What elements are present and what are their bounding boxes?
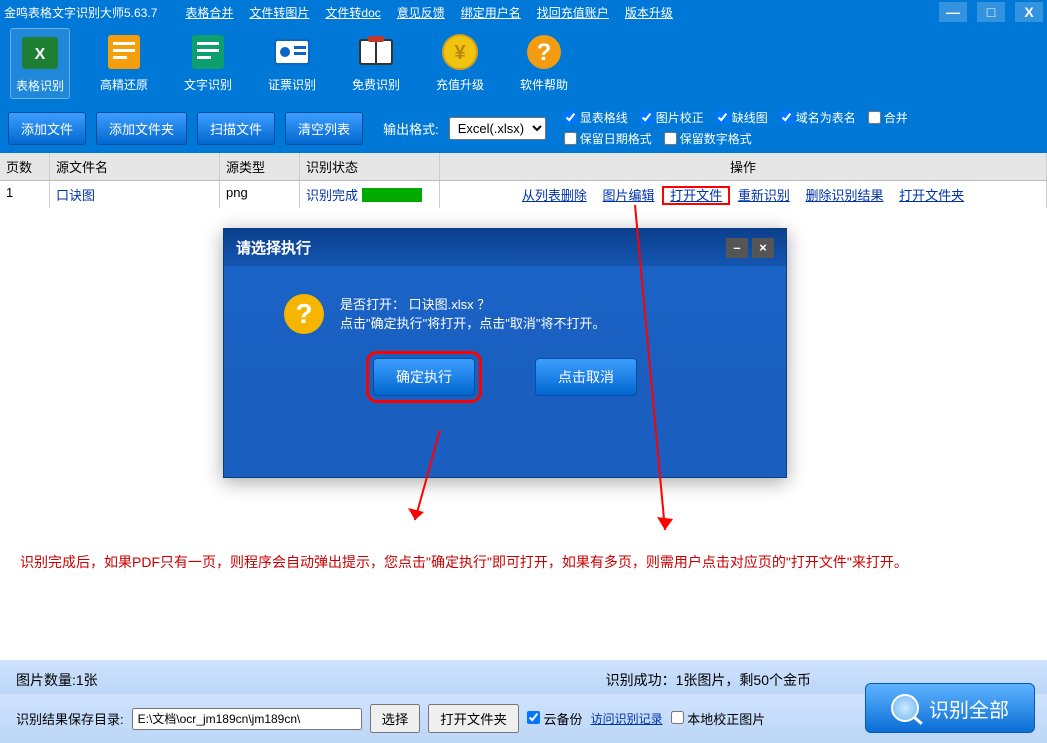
main-toolbar: X 表格识别 高精还原 文字识别 证票识别 免费识别 ¥ 充值升级 ?	[0, 24, 1047, 103]
tool-id-recognize[interactable]: 证票识别	[262, 28, 322, 99]
menu-file-to-image[interactable]: 文件转图片	[241, 4, 317, 21]
svg-text:X: X	[35, 46, 46, 63]
scan-file-button[interactable]: 扫描文件	[197, 112, 275, 145]
op-edit-image[interactable]: 图片编辑	[597, 188, 661, 203]
recognize-all-button[interactable]: 识别全部	[865, 683, 1035, 733]
check-local-correct[interactable]: 本地校正图片	[671, 709, 766, 728]
help-icon: ?	[522, 32, 566, 72]
doc-orange-icon	[102, 32, 146, 72]
dialog-title: 请选择执行	[236, 237, 311, 258]
idcard-icon	[270, 32, 314, 72]
status-text: 识别完成	[306, 185, 358, 204]
check-show-grid[interactable]: 显表格线	[564, 109, 628, 126]
check-domain-sheet[interactable]: 域名为表名	[780, 109, 856, 126]
tool-label: 表格识别	[16, 77, 64, 94]
tool-label: 软件帮助	[520, 76, 568, 93]
instruction-text: 识别完成后，如果PDF只有一页，则程序会自动弹出提示，您点击"确定执行"即可打开…	[20, 550, 1020, 575]
recognition-success: 识别成功：1张图片，剩50个金币	[606, 670, 811, 690]
annotation-arrow-icon	[400, 430, 460, 540]
dialog-close-button[interactable]: ×	[752, 238, 774, 258]
dialog-message: 是否打开： 口诀图.xlsx ？ 点击"确定执行"将打开，点击"取消"将不打开。	[340, 294, 605, 332]
tool-label: 文字识别	[184, 76, 232, 93]
tool-label: 高精还原	[100, 76, 148, 93]
magnify-icon	[891, 694, 919, 722]
image-count: 图片数量:1张	[16, 670, 98, 690]
tool-help[interactable]: ? 软件帮助	[514, 28, 574, 99]
col-status: 识别状态	[300, 153, 440, 180]
tool-label: 免费识别	[352, 76, 400, 93]
check-merge[interactable]: 合并	[868, 109, 908, 126]
action-bar: 添加文件 添加文件夹 扫描文件 清空列表 输出格式: Excel(.xlsx) …	[0, 103, 1047, 153]
svg-text:¥: ¥	[454, 42, 466, 64]
menu-merge-tables[interactable]: 表格合并	[177, 4, 241, 21]
minimize-button[interactable]: —	[939, 2, 967, 22]
confirm-dialog: 请选择执行 – × ? 是否打开： 口诀图.xlsx ？ 点击"确定执行"将打开…	[223, 228, 787, 478]
excel-icon: X	[18, 33, 62, 73]
coin-icon: ¥	[438, 32, 482, 72]
confirm-execute-button[interactable]: 确定执行	[373, 358, 475, 396]
check-missing-line[interactable]: 缺线图	[716, 109, 768, 126]
menu-file-to-doc[interactable]: 文件转doc	[317, 4, 388, 21]
book-icon	[354, 32, 398, 72]
clear-list-button[interactable]: 清空列表	[285, 112, 363, 145]
cancel-button[interactable]: 点击取消	[535, 358, 637, 396]
col-type: 源类型	[220, 153, 300, 180]
add-folder-button[interactable]: 添加文件夹	[96, 112, 187, 145]
check-image-correct[interactable]: 图片校正	[640, 109, 704, 126]
maximize-button[interactable]: □	[977, 2, 1005, 22]
open-folder-button[interactable]: 打开文件夹	[428, 704, 519, 733]
app-title: 金鸣表格文字识别大师5.63.7	[4, 4, 157, 21]
tool-label: 证票识别	[268, 76, 316, 93]
select-dir-button[interactable]: 选择	[370, 704, 421, 733]
op-delete-result[interactable]: 删除识别结果	[799, 188, 889, 203]
op-open-folder[interactable]: 打开文件夹	[893, 188, 970, 203]
op-remove-from-list[interactable]: 从列表删除	[516, 188, 593, 203]
tool-free-recognize[interactable]: 免费识别	[346, 28, 406, 99]
tool-text-recognize[interactable]: 文字识别	[178, 28, 238, 99]
tool-table-recognize[interactable]: X 表格识别	[10, 28, 70, 99]
tool-label: 充值升级	[436, 76, 484, 93]
op-re-recognize[interactable]: 重新识别	[732, 188, 796, 203]
dialog-title-bar: 请选择执行 – ×	[224, 229, 786, 266]
op-open-file[interactable]: 打开文件	[664, 188, 728, 203]
check-cloud-backup[interactable]: 云备份	[527, 709, 583, 728]
question-icon: ?	[284, 294, 324, 334]
save-dir-label: 识别结果保存目录:	[16, 709, 124, 728]
check-keep-date[interactable]: 保留日期格式	[564, 130, 652, 147]
menu-upgrade[interactable]: 版本升级	[617, 4, 681, 21]
svg-text:?: ?	[537, 39, 552, 66]
menu-bind-username[interactable]: 绑定用户名	[453, 4, 529, 21]
save-dir-input[interactable]	[132, 708, 362, 730]
menu-feedback[interactable]: 意见反馈	[389, 4, 453, 21]
output-format-label: 输出格式:	[383, 119, 439, 138]
annotation-arrow-icon	[625, 205, 685, 540]
col-name: 源文件名	[50, 153, 220, 180]
tool-hd-restore[interactable]: 高精还原	[94, 28, 154, 99]
check-keep-num[interactable]: 保留数字格式	[664, 130, 752, 147]
progress-bar	[362, 188, 422, 202]
col-page: 页数	[0, 153, 50, 180]
dialog-minimize-button[interactable]: –	[726, 238, 748, 258]
output-format-select[interactable]: Excel(.xlsx)	[449, 117, 546, 140]
close-button[interactable]: X	[1015, 2, 1043, 22]
visit-log-link[interactable]: 访问识别记录	[591, 710, 663, 727]
add-file-button[interactable]: 添加文件	[8, 112, 86, 145]
footer: 图片数量:1张 识别成功：1张图片，剩50个金币 识别结果保存目录: 选择 打开…	[0, 660, 1047, 743]
col-ops: 操作	[440, 153, 1047, 180]
menu-recover-recharge[interactable]: 找回充值账户	[529, 4, 617, 21]
title-bar: 金鸣表格文字识别大师5.63.7 表格合并 文件转图片 文件转doc 意见反馈 …	[0, 0, 1047, 24]
table-header: 页数 源文件名 源类型 识别状态 操作	[0, 153, 1047, 181]
doc-green-icon	[186, 32, 230, 72]
table-row: 1 口诀图 png 识别完成 从列表删除 图片编辑 打开文件 重新识别 删除识别…	[0, 181, 1047, 208]
tool-recharge[interactable]: ¥ 充值升级	[430, 28, 490, 99]
